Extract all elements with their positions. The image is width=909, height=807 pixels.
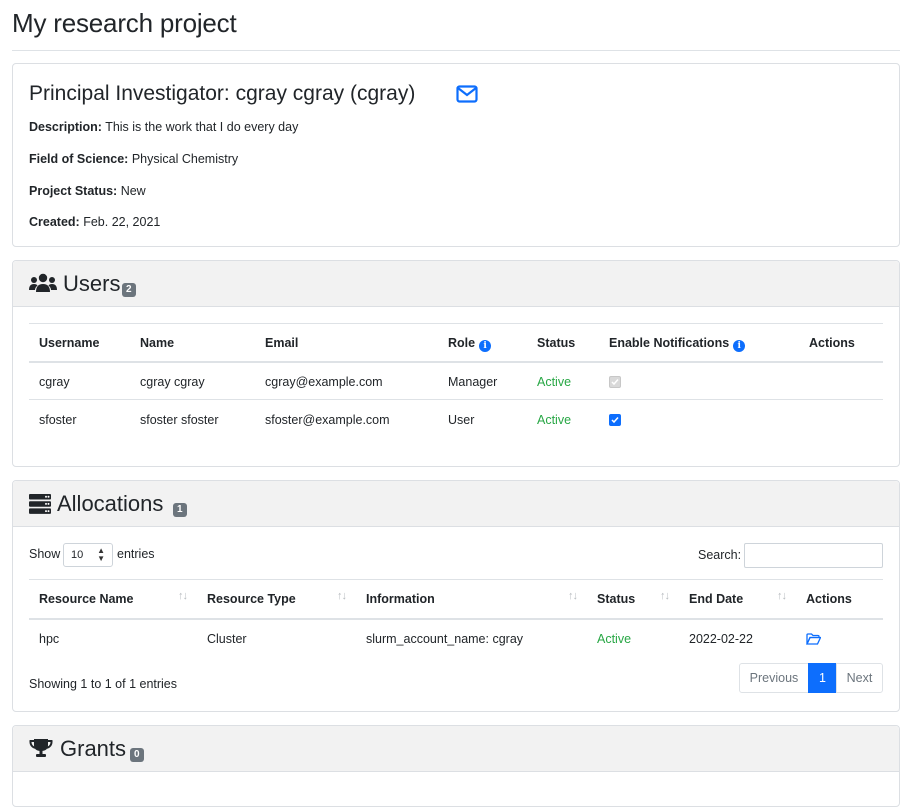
- trophy-icon: [29, 738, 53, 761]
- sort-icon[interactable]: ↑↓: [337, 590, 347, 602]
- user-email: cgray@example.com: [265, 375, 383, 389]
- entries-select-value: 10: [71, 549, 84, 561]
- alloc-information: slurm_account_name: cgray: [366, 632, 524, 646]
- sort-icon[interactable]: ↑↓: [178, 590, 188, 602]
- user-role: User: [448, 413, 475, 427]
- alloc-col-information[interactable]: Information: [366, 592, 435, 606]
- info-icon[interactable]: i: [479, 340, 492, 352]
- users-col-role-label: Role: [448, 336, 476, 350]
- envelope-icon[interactable]: [456, 85, 478, 106]
- entries-select[interactable]: 10 ▲ ▼: [63, 543, 113, 567]
- next-page-button[interactable]: Next: [836, 663, 883, 693]
- grants-card: Grants 0: [12, 725, 900, 807]
- users-col-status: Status: [537, 336, 576, 350]
- user-name: cgray cgray: [140, 375, 205, 389]
- alloc-resource-name: hpc: [39, 632, 60, 646]
- users-col-email: Email: [265, 336, 299, 350]
- page-1-button[interactable]: 1: [808, 663, 837, 693]
- notification-checkbox-disabled: [609, 376, 621, 388]
- user-username: cgray: [39, 375, 70, 389]
- alloc-header-border: [29, 618, 883, 620]
- allocations-title: Allocations: [57, 491, 164, 516]
- description-label: Description:: [29, 120, 102, 134]
- alloc-resource-type: Cluster: [207, 632, 247, 646]
- grants-count-badge: 0: [130, 748, 144, 762]
- user-role: Manager: [448, 375, 498, 389]
- grants-header: Grants 0: [13, 726, 899, 772]
- sort-icon[interactable]: ↑↓: [777, 590, 787, 602]
- users-col-username: Username: [39, 336, 100, 350]
- users-col-actions: Actions: [809, 336, 855, 350]
- allocations-card: Allocations 1 Show 10 ▲ ▼ entries Search:…: [12, 480, 900, 712]
- field-label: Field of Science:: [29, 152, 129, 166]
- users-count-badge: 2: [122, 283, 136, 297]
- folder-open-icon[interactable]: [805, 633, 822, 648]
- grants-title: Grants: [60, 736, 127, 761]
- info-icon[interactable]: i: [733, 340, 746, 352]
- created-label: Created:: [29, 215, 80, 229]
- users-col-notifications-label: Enable Notifications: [609, 336, 730, 350]
- page-title: My research project: [12, 8, 237, 38]
- users-title: Users: [63, 271, 121, 296]
- user-status: Active: [537, 375, 572, 389]
- users-card: Users 2 Username Name Email Role i Status…: [12, 260, 900, 467]
- description-value: This is the work that I do every day: [105, 120, 299, 134]
- project-status-label: Project Status:: [29, 184, 118, 198]
- user-name: sfoster sfoster: [140, 413, 219, 427]
- search-input[interactable]: [744, 543, 883, 568]
- user-status: Active: [537, 413, 572, 427]
- alloc-status: Active: [597, 632, 632, 646]
- users-table-top-border: [29, 323, 883, 324]
- sort-icon[interactable]: ↑↓: [568, 590, 578, 602]
- description-line: Description: This is the work that I do …: [29, 120, 298, 134]
- server-icon: [29, 494, 51, 517]
- users-header-border: [29, 361, 883, 363]
- select-arrows-icon: ▲ ▼: [97, 546, 105, 563]
- alloc-col-resource-name[interactable]: Resource Name: [39, 592, 134, 606]
- field-line: Field of Science: Physical Chemistry: [29, 152, 238, 166]
- allocations-header: Allocations 1: [13, 481, 899, 527]
- show-label: Show: [29, 547, 61, 561]
- alloc-col-actions: Actions: [806, 592, 852, 606]
- user-email: sfoster@example.com: [265, 413, 390, 427]
- allocations-count-badge: 1: [173, 503, 187, 517]
- project-status-value: New: [120, 184, 146, 198]
- alloc-col-end-date[interactable]: End Date: [689, 592, 743, 606]
- previous-page-button[interactable]: Previous: [739, 663, 809, 693]
- pi-title: Principal Investigator: cgray cgray (cgr…: [29, 82, 416, 105]
- entries-label: entries: [117, 547, 155, 561]
- users-col-role: Role i: [448, 336, 492, 352]
- project-info-card: Principal Investigator: cgray cgray (cgr…: [12, 63, 900, 247]
- alloc-summary: Showing 1 to 1 of 1 entries: [29, 677, 178, 691]
- notification-checkbox[interactable]: [609, 414, 621, 426]
- users-header: Users 2: [13, 261, 899, 307]
- alloc-end-date: 2022-02-22: [689, 632, 753, 646]
- title-divider: [12, 50, 900, 51]
- created-value: Feb. 22, 2021: [83, 215, 161, 229]
- alloc-table-top-border: [29, 579, 883, 580]
- created-line: Created: Feb. 22, 2021: [29, 215, 160, 229]
- users-icon: [29, 273, 57, 296]
- alloc-col-resource-type[interactable]: Resource Type: [207, 592, 296, 606]
- status-line: Project Status: New: [29, 184, 146, 198]
- users-col-notifications: Enable Notifications i: [609, 336, 746, 352]
- user-username: sfoster: [39, 413, 77, 427]
- field-value: Physical Chemistry: [131, 152, 239, 166]
- users-row-divider: [29, 399, 883, 400]
- users-col-name: Name: [140, 336, 175, 350]
- search-label: Search:: [698, 548, 742, 562]
- alloc-col-status[interactable]: Status: [597, 592, 635, 606]
- sort-icon[interactable]: ↑↓: [660, 590, 670, 602]
